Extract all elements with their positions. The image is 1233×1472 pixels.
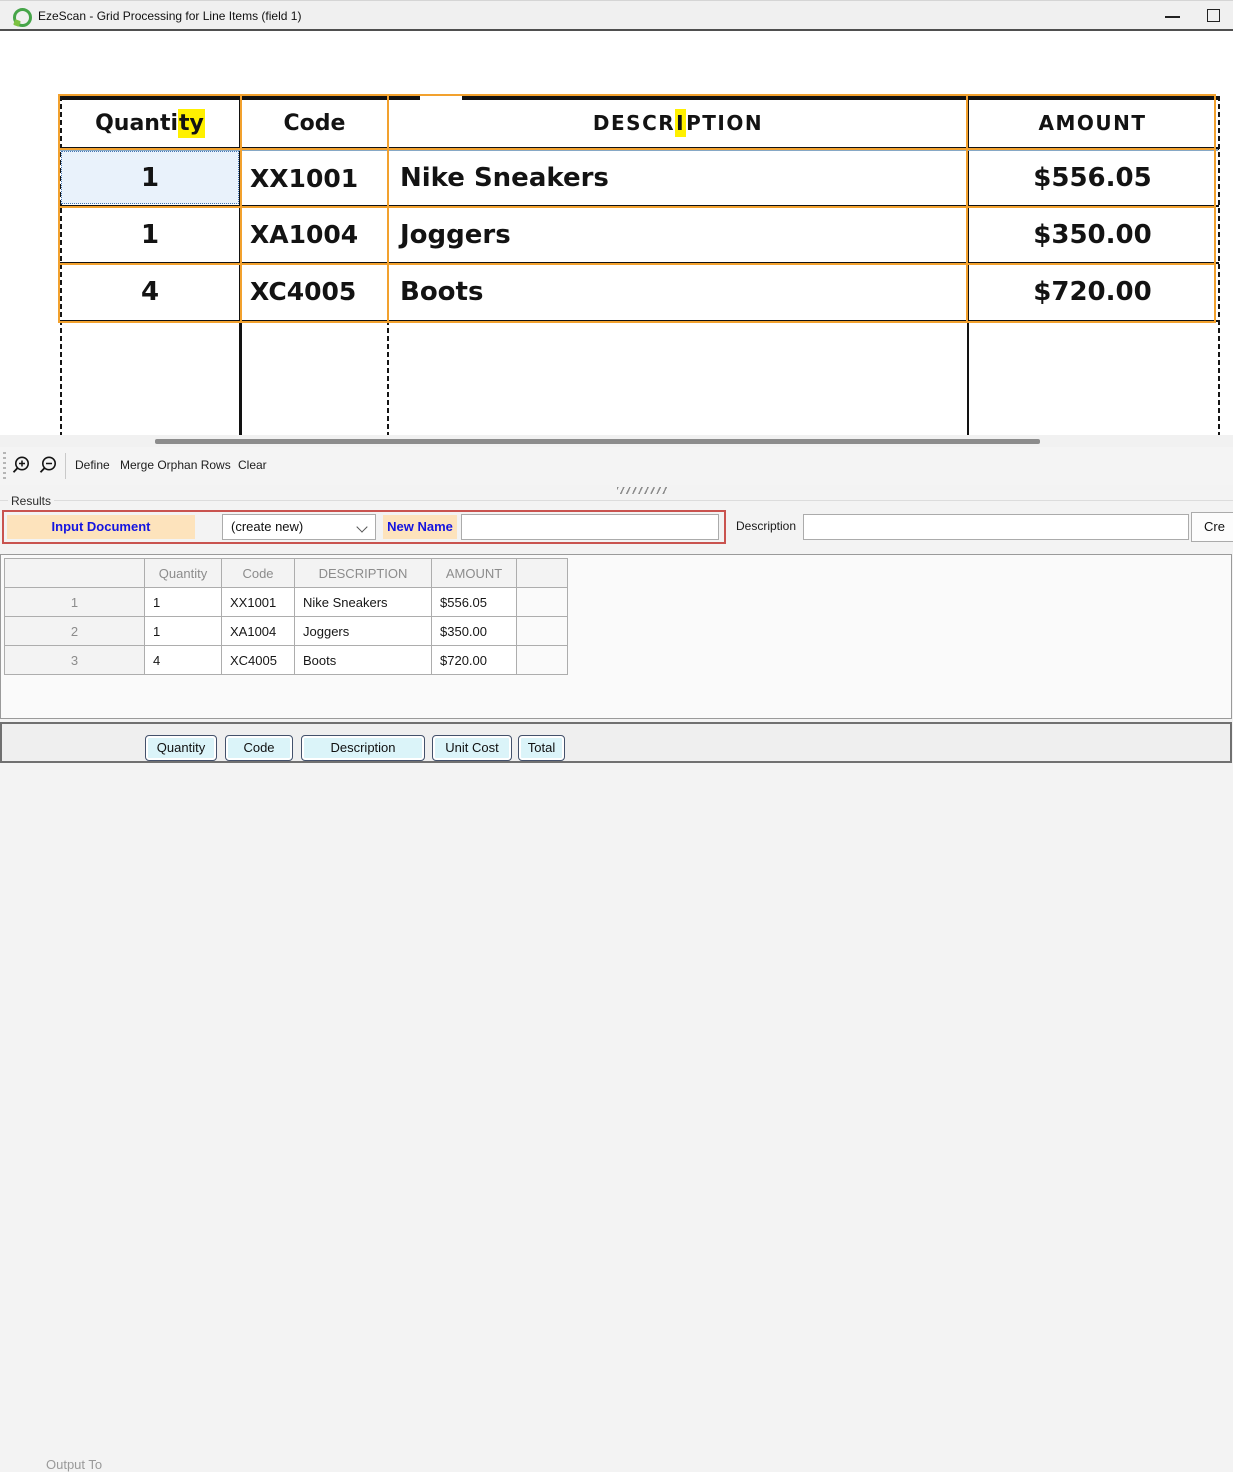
grid-cell-code[interactable]: XA1004 — [222, 617, 295, 646]
doc-cell-quantity[interactable]: 4 — [60, 265, 240, 318]
zoom-out-icon[interactable] — [36, 454, 60, 478]
grid-cell-quantity[interactable]: 1 — [145, 617, 222, 646]
results-grid-panel: Quantity Code DESCRIPTION AMOUNT 1 1 XX1… — [0, 554, 1232, 719]
doc-header-code: Code — [242, 100, 387, 146]
doc-cell-description[interactable]: Nike Sneakers — [400, 152, 960, 204]
create-button[interactable]: Cre — [1191, 512, 1233, 542]
splitter-handle[interactable] — [617, 487, 667, 494]
scan-line — [1218, 96, 1220, 435]
results-groupbox-border — [0, 500, 1233, 501]
grid-cell-code[interactable]: XC4005 — [222, 646, 295, 675]
output-to-label: Output To — [46, 1457, 102, 1472]
clear-button[interactable]: Clear — [238, 458, 267, 472]
input-document-label: Input Document — [7, 515, 195, 539]
grid-row-number[interactable]: 2 — [5, 617, 145, 646]
new-name-label: New Name — [383, 515, 457, 539]
grid-header-code[interactable]: Code — [222, 559, 295, 588]
maximize-icon — [1207, 9, 1220, 22]
output-code-button[interactable]: Code — [225, 735, 293, 761]
document-viewer[interactable]: Quantity Code DESCRIPTION AMOUNT 1 XX100… — [0, 31, 1233, 435]
grid-cell-empty — [517, 617, 568, 646]
results-group-label: Results — [8, 494, 54, 508]
window-title: EzeScan - Grid Processing for Line Items… — [38, 9, 301, 23]
ezescan-logo-icon — [13, 8, 32, 27]
grid-cell-quantity[interactable]: 4 — [145, 646, 222, 675]
grid-cell-amount[interactable]: $350.00 — [432, 617, 517, 646]
grid-cell-empty — [517, 646, 568, 675]
define-button[interactable]: Define — [75, 458, 110, 472]
toolbar-gripper[interactable] — [3, 452, 6, 480]
grid-cell-empty — [517, 588, 568, 617]
doc-cell-code[interactable]: XA1004 — [250, 208, 380, 261]
grid-header-amount[interactable]: AMOUNT — [432, 559, 517, 588]
grid-cell-description[interactable]: Boots — [295, 646, 432, 675]
grid-row-number[interactable]: 1 — [5, 588, 145, 617]
zoom-in-icon[interactable] — [9, 454, 33, 478]
input-document-dropdown[interactable]: (create new) — [222, 514, 376, 540]
doc-header-description-highlight: I — [675, 109, 686, 137]
detect-line — [58, 148, 1216, 150]
detect-line — [58, 94, 1216, 96]
grid-row-number[interactable]: 3 — [5, 646, 145, 675]
description-label: Description — [736, 519, 796, 533]
doc-cell-code[interactable]: XX1001 — [250, 152, 380, 204]
input-document-value: (create new) — [231, 519, 303, 534]
doc-cell-amount[interactable]: $556.05 — [969, 152, 1216, 204]
description-input[interactable] — [803, 514, 1189, 540]
grid-header-description[interactable]: DESCRIPTION — [295, 559, 432, 588]
grid-cell-amount[interactable]: $556.05 — [432, 588, 517, 617]
doc-header-quantity: Quantity — [60, 100, 240, 146]
grid-corner-header — [5, 559, 145, 588]
doc-header-quantity-text: Quanti — [95, 111, 178, 136]
doc-header-description: DESCRIPTION — [389, 100, 967, 146]
output-quantity-button[interactable]: Quantity — [145, 735, 217, 761]
output-total-button[interactable]: Total — [518, 735, 565, 761]
detect-line — [58, 321, 1216, 323]
scrollbar-thumb[interactable] — [155, 439, 1040, 444]
doc-cell-quantity[interactable]: 1 — [60, 152, 240, 204]
grid-cell-description[interactable]: Nike Sneakers — [295, 588, 432, 617]
horizontal-scrollbar[interactable] — [0, 435, 1233, 447]
results-grid: Quantity Code DESCRIPTION AMOUNT 1 1 XX1… — [4, 558, 568, 675]
doc-cell-description[interactable]: Joggers — [400, 208, 960, 261]
grid-cell-description[interactable]: Joggers — [295, 617, 432, 646]
chevron-down-icon — [356, 521, 367, 532]
output-to-bar: Output To Quantity Code Description Unit… — [0, 722, 1232, 763]
doc-cell-quantity[interactable]: 1 — [60, 208, 240, 261]
grid-header-quantity[interactable]: Quantity — [145, 559, 222, 588]
toolbar: Define Merge Orphan Rows Clear — [0, 447, 1233, 485]
output-unit-cost-button[interactable]: Unit Cost — [432, 735, 512, 761]
grid-header-empty — [517, 559, 568, 588]
doc-header-amount: AMOUNT — [969, 100, 1216, 146]
doc-cell-amount[interactable]: $350.00 — [969, 208, 1216, 261]
maximize-button[interactable] — [1198, 1, 1228, 30]
grid-cell-code[interactable]: XX1001 — [222, 588, 295, 617]
merge-orphan-rows-button[interactable]: Merge Orphan Rows — [120, 458, 231, 472]
doc-header-quantity-highlight: ty — [178, 109, 205, 138]
toolbar-separator — [65, 453, 66, 479]
new-name-input[interactable] — [461, 514, 719, 540]
doc-cell-description[interactable]: Boots — [400, 265, 960, 318]
minimize-icon — [1165, 16, 1180, 18]
output-description-button[interactable]: Description — [301, 735, 425, 761]
grid-cell-amount[interactable]: $720.00 — [432, 646, 517, 675]
doc-header-description-text: PTION — [686, 111, 763, 135]
doc-header-description-text: DESCR — [593, 111, 675, 135]
doc-cell-code[interactable]: XC4005 — [250, 265, 380, 318]
minimize-button[interactable] — [1157, 1, 1187, 30]
grid-cell-quantity[interactable]: 1 — [145, 588, 222, 617]
title-bar: EzeScan - Grid Processing for Line Items… — [0, 1, 1233, 31]
doc-cell-amount[interactable]: $720.00 — [969, 265, 1216, 318]
